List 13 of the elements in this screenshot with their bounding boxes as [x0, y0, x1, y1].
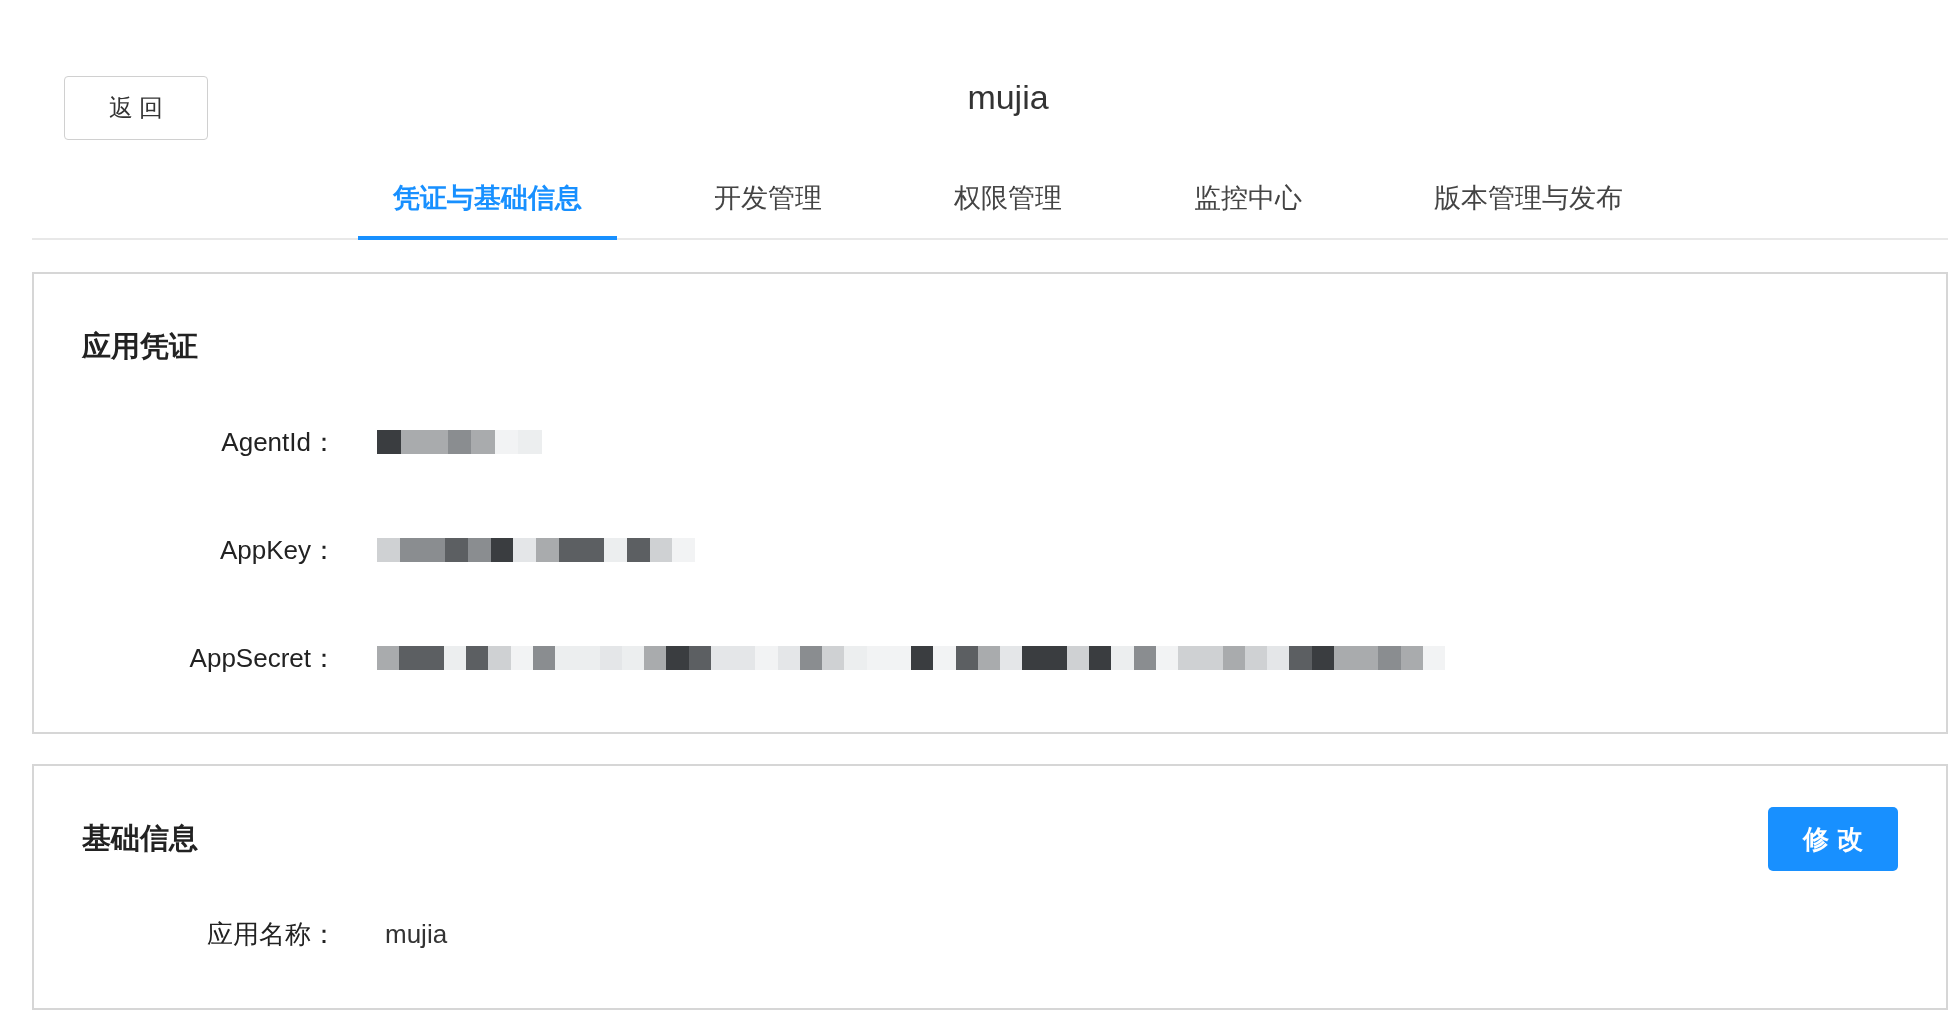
field-label: AppKey：: [218, 533, 337, 567]
back-button[interactable]: 返 回: [64, 76, 208, 140]
tab[interactable]: 版本管理与发布: [1399, 160, 1658, 240]
tab[interactable]: 监控中心: [1159, 160, 1337, 240]
field-value: mujia: [385, 918, 448, 950]
field-label: AppSecret：: [188, 641, 337, 675]
tab[interactable]: 开发管理: [679, 160, 857, 240]
app-title: mujia: [967, 78, 1049, 117]
section-title: 应用凭证: [82, 329, 198, 364]
tab[interactable]: 权限管理: [919, 160, 1097, 240]
field-label: 应用名称：: [206, 917, 337, 951]
field-label: AgentId：: [220, 425, 337, 459]
section-title: 基础信息: [82, 821, 198, 856]
